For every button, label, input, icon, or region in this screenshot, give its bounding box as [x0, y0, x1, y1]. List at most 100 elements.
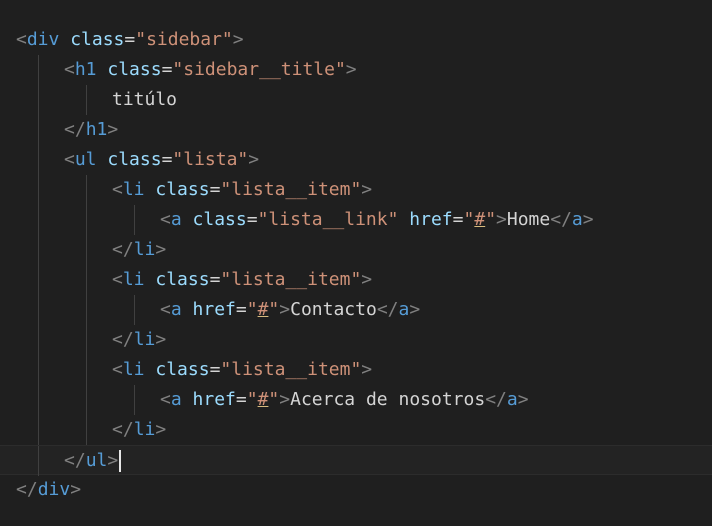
indent-guide: [86, 235, 87, 265]
code-token-tag: a: [506, 389, 518, 410]
code-line[interactable]: <ul class="lista">: [0, 145, 712, 175]
indent-guide: [38, 355, 39, 385]
code-line[interactable]: </li>: [0, 325, 712, 355]
code-token-attr: href: [192, 299, 236, 320]
code-line[interactable]: <a href="#">Acerca de nosotros</a>: [0, 385, 712, 415]
indent-guide: [38, 55, 39, 85]
code-token-punc: >: [155, 329, 167, 350]
code-token-punc: <: [160, 209, 171, 230]
indent-guide: [86, 325, 87, 355]
code-token-tag: a: [170, 299, 182, 320]
code-token-attr: class: [107, 59, 162, 80]
code-token-tag: li: [122, 269, 145, 290]
indent-guide: [38, 265, 39, 295]
code-line[interactable]: </li>: [0, 415, 712, 445]
code-token-tag: div: [37, 479, 71, 500]
code-token-warn: #: [257, 299, 269, 320]
code-editor[interactable]: <div class="sidebar"> <h1 class="sidebar_…: [0, 0, 712, 526]
code-token-text: =: [452, 209, 464, 230]
indent-guide: [38, 235, 39, 265]
code-token-text: =: [235, 299, 247, 320]
code-area[interactable]: <div class="sidebar"> <h1 class="sidebar_…: [0, 25, 712, 505]
code-token-punc: >: [496, 209, 507, 230]
code-line[interactable]: </h1>: [0, 115, 712, 145]
indent-guide: [86, 265, 87, 295]
code-token-text: =: [246, 209, 258, 230]
code-line[interactable]: <li class="lista__item">: [0, 175, 712, 205]
code-token-tag: a: [170, 389, 182, 410]
code-token-tag: ul: [74, 149, 97, 170]
code-token-warn: #: [474, 209, 486, 230]
code-token-punc: >: [107, 119, 119, 140]
code-token-text: titúlo: [112, 89, 178, 110]
code-line[interactable]: <h1 class="sidebar__title">: [0, 55, 712, 85]
code-token-attr: href: [192, 389, 236, 410]
code-token-punc: >: [361, 359, 373, 380]
code-token-str: ": [485, 209, 497, 230]
code-token-str: "sidebar": [135, 29, 233, 50]
code-token-tag: a: [571, 209, 583, 230]
code-token-punc: >: [248, 149, 260, 170]
code-token-str: ": [268, 299, 280, 320]
code-token-text: =: [161, 59, 173, 80]
code-token-tag: a: [170, 209, 182, 230]
indent-guide: [86, 205, 87, 235]
code-token-punc: >: [582, 209, 594, 230]
indent-guide: [38, 85, 39, 115]
code-token-punc: >: [409, 299, 421, 320]
indent-guide: [38, 115, 39, 145]
indent-guide: [38, 295, 39, 325]
code-token-tag: h1: [74, 59, 97, 80]
code-token-attr: class: [107, 149, 162, 170]
code-token-text: Contacto: [290, 299, 377, 320]
indent-guide: [38, 205, 39, 235]
code-line[interactable]: <li class="lista__item">: [0, 355, 712, 385]
code-token-punc: >: [155, 419, 167, 440]
code-token-punc: >: [107, 450, 119, 471]
code-token-punc: >: [155, 239, 167, 260]
code-token-attr: class: [192, 209, 247, 230]
code-token-punc: </: [112, 419, 134, 440]
code-line[interactable]: titúlo: [0, 85, 712, 115]
code-token-text: =: [161, 149, 173, 170]
indent-guide: [86, 175, 87, 205]
code-token-str: "lista__link": [257, 209, 399, 230]
indent-guide: [134, 205, 135, 235]
code-token-text: =: [209, 179, 221, 200]
code-token-str: ": [246, 389, 258, 410]
code-line[interactable]: </ul>: [0, 445, 712, 476]
indent-guide: [134, 295, 135, 325]
code-token-punc: >: [279, 389, 291, 410]
indent-guide: [86, 415, 87, 445]
code-line[interactable]: </li>: [0, 235, 712, 265]
text-cursor: [119, 450, 122, 472]
code-token-str: ": [268, 389, 280, 410]
code-token-str: ": [246, 299, 258, 320]
code-line[interactable]: <li class="lista__item">: [0, 265, 712, 295]
code-token-tag: a: [398, 299, 410, 320]
code-token-punc: >: [70, 479, 82, 500]
code-token-tag: h1: [85, 119, 108, 140]
code-line[interactable]: </div>: [0, 475, 712, 505]
code-token-punc: </: [485, 389, 507, 410]
indent-guide: [38, 446, 39, 476]
code-token-str: "lista__item": [220, 269, 362, 290]
code-line[interactable]: <div class="sidebar">: [0, 25, 712, 55]
code-token-text: =: [209, 359, 221, 380]
code-token-str: "lista": [172, 149, 249, 170]
code-line[interactable]: <a class="lista__link" href="#">Home</a>: [0, 205, 712, 235]
code-token-punc: <: [160, 299, 171, 320]
code-token-str: ": [463, 209, 475, 230]
indent-guide: [38, 145, 39, 175]
code-token-tag: li: [133, 239, 156, 260]
indent-guide: [86, 385, 87, 415]
code-line[interactable]: <a href="#">Contacto</a>: [0, 295, 712, 325]
code-token-punc: <: [64, 59, 75, 80]
